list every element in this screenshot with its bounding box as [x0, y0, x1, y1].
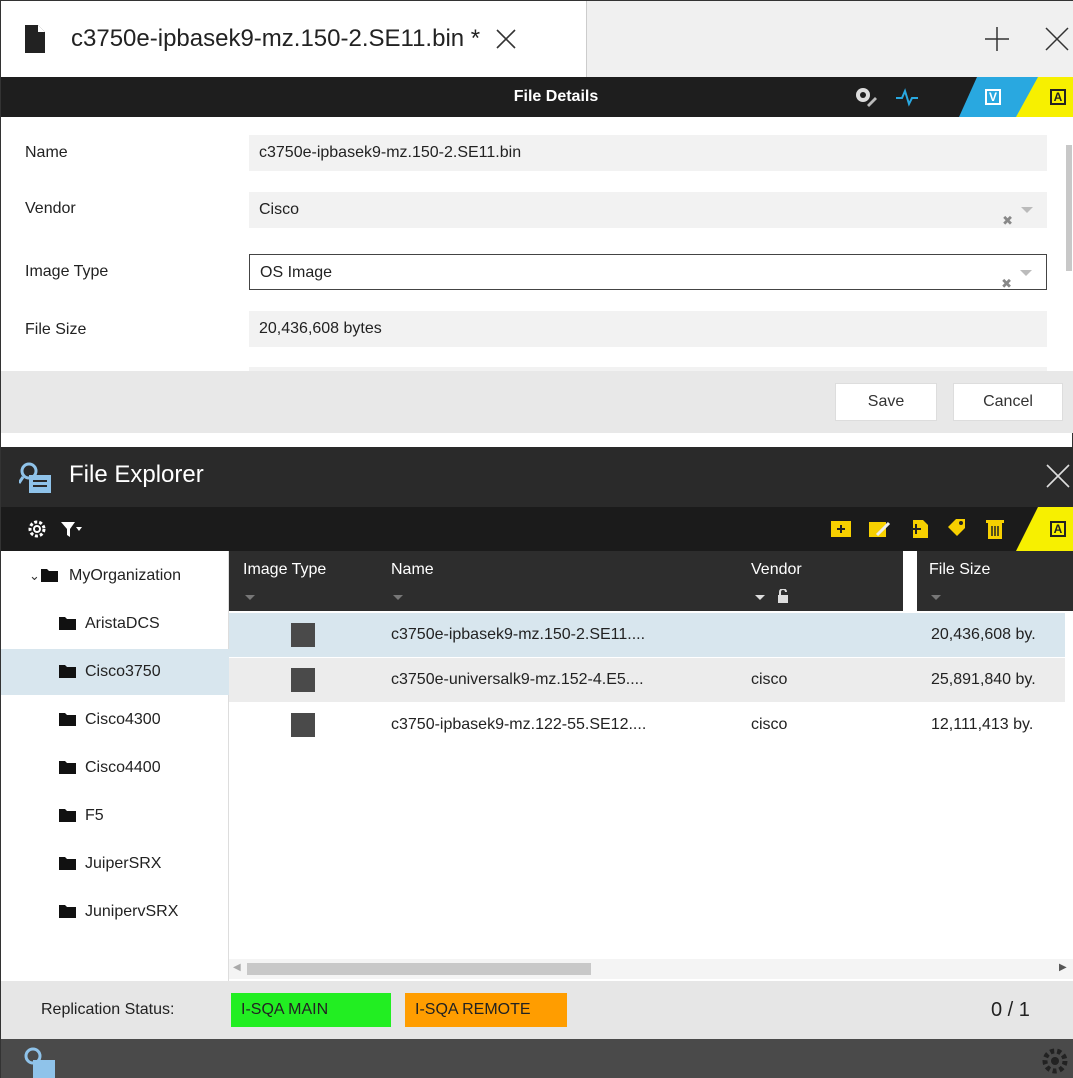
column-filter-icon[interactable]: [755, 595, 765, 600]
status-badge-remote[interactable]: I-SQA REMOTE: [405, 993, 567, 1027]
add-tab-icon[interactable]: [983, 25, 1011, 53]
file-type-icon: [291, 668, 315, 692]
gear-icon[interactable]: [1041, 1047, 1069, 1075]
gear-icon[interactable]: [25, 517, 49, 541]
column-header-vendor[interactable]: Vendor: [751, 561, 802, 579]
form-scrollbar[interactable]: [1063, 117, 1073, 369]
form-button-bar: Save Cancel: [1, 371, 1073, 433]
column-header-file-size[interactable]: File Size: [929, 561, 990, 579]
tab-title: c3750e-ipbasek9-mz.150-2.SE11.bin *: [71, 25, 481, 52]
filter-icon[interactable]: [59, 517, 83, 541]
folder-icon: [59, 713, 76, 726]
image-type-value: OS Image: [260, 264, 333, 281]
grid-vertical-scrollbar[interactable]: [1065, 611, 1073, 959]
folder-icon: [59, 905, 76, 918]
cancel-button[interactable]: Cancel: [953, 383, 1063, 421]
add-folder-icon[interactable]: [829, 517, 853, 541]
column-filter-icon[interactable]: [931, 595, 941, 600]
folder-icon: [59, 761, 76, 774]
table-row[interactable]: c3750e-universalk9-mz.152-4.E5.... cisco…: [229, 658, 1065, 702]
save-button[interactable]: Save: [835, 383, 937, 421]
column-filter-icon[interactable]: [393, 595, 403, 600]
folder-tree: ⌄ MyOrganization AristaDCS Cisco3750 Cis…: [1, 551, 229, 981]
file-size-field: 20,436,608 bytes: [249, 311, 1047, 347]
app-window: c3750e-ipbasek9-mz.150-2.SE11.bin * File…: [0, 0, 1073, 1078]
clear-icon[interactable]: ✖: [1001, 266, 1012, 302]
a-badge: A: [1050, 89, 1066, 105]
tag-icon[interactable]: [945, 517, 969, 541]
tree-item-aristadcs[interactable]: AristaDCS: [1, 601, 229, 647]
explorer-a-badge: A: [1050, 521, 1066, 537]
image-type-label: Image Type: [25, 263, 109, 280]
tree-item-cisco3750[interactable]: Cisco3750: [1, 649, 229, 695]
vendor-value: Cisco: [259, 201, 300, 218]
file-grid: c3750e-ipbasek9-mz.150-2.SE11.... 20,436…: [229, 611, 1073, 981]
image-type-select[interactable]: OS Image ✖: [249, 254, 1047, 291]
column-header-image-type[interactable]: Image Type: [243, 561, 326, 579]
upload-file-icon[interactable]: [909, 517, 933, 541]
column-resize-handle[interactable]: [903, 551, 917, 611]
trash-icon[interactable]: [983, 517, 1007, 541]
tree-item-cisco4400[interactable]: Cisco4400: [1, 745, 229, 791]
table-row[interactable]: c3750e-ipbasek9-mz.150-2.SE11.... 20,436…: [229, 613, 1065, 657]
chevron-down-icon[interactable]: ⌄: [29, 553, 40, 599]
vendor-select[interactable]: Cisco ✖: [249, 192, 1047, 228]
file-explorer-title: File Explorer: [69, 461, 204, 488]
status-badge-main[interactable]: I-SQA MAIN: [231, 993, 391, 1027]
grid-horizontal-scrollbar[interactable]: ◀ ▶: [229, 959, 1073, 979]
file-explorer-titlebar: File Explorer: [1, 447, 1073, 507]
replication-status-label: Replication Status:: [41, 1001, 175, 1018]
page-count: 0 / 1: [991, 999, 1030, 1021]
name-field[interactable]: c3750e-ipbasek9-mz.150-2.SE11.bin: [249, 135, 1047, 171]
name-label: Name: [25, 144, 68, 161]
tree-item-juipersrx[interactable]: JuiperSRX: [1, 841, 229, 887]
file-type-icon: [291, 623, 315, 647]
column-header-name[interactable]: Name: [391, 561, 434, 579]
details-header: File Details: [1, 77, 1073, 117]
close-explorer-icon[interactable]: [1045, 463, 1071, 489]
footer-bar: [1, 1039, 1073, 1078]
close-window-icon[interactable]: [1043, 25, 1071, 53]
folder-icon: [59, 617, 76, 630]
tree-item-f5[interactable]: F5: [1, 793, 229, 839]
file-type-icon: [291, 713, 315, 737]
clear-icon[interactable]: ✖: [1002, 203, 1013, 239]
v-badge: V: [985, 89, 1001, 105]
file-explorer-logo-icon: [19, 462, 51, 493]
chevron-down-icon[interactable]: [1021, 207, 1033, 213]
close-tab-icon[interactable]: [494, 27, 518, 51]
activity-icon[interactable]: [895, 85, 919, 109]
scroll-left-icon[interactable]: ◀: [233, 962, 241, 973]
file-explorer-logo-icon[interactable]: [23, 1045, 57, 1078]
replication-status-bar: Replication Status: I-SQA MAIN I-SQA REM…: [1, 981, 1073, 1039]
tab-file-details[interactable]: c3750e-ipbasek9-mz.150-2.SE11.bin *: [1, 1, 587, 77]
table-row[interactable]: c3750-ipbasek9-mz.122-55.SE12.... cisco …: [229, 703, 1065, 747]
folder-icon: [59, 809, 76, 822]
chevron-down-icon[interactable]: [1020, 270, 1032, 276]
file-size-label: File Size: [25, 321, 87, 338]
explorer-toolbar: [1, 507, 1073, 551]
details-form: Name c3750e-ipbasek9-mz.150-2.SE11.bin V…: [1, 117, 1073, 371]
lock-icon[interactable]: [777, 589, 789, 603]
scroll-right-icon[interactable]: ▶: [1059, 962, 1067, 973]
tree-item-junipervsrx[interactable]: JunipervSRX: [1, 889, 229, 935]
file-icon: [25, 25, 45, 53]
vendor-label: Vendor: [25, 200, 76, 217]
edit-folder-icon[interactable]: [867, 517, 891, 541]
tab-bar: c3750e-ipbasek9-mz.150-2.SE11.bin *: [1, 1, 1073, 77]
folder-open-icon: [41, 569, 58, 582]
tree-item-cisco4300[interactable]: Cisco4300: [1, 697, 229, 743]
folder-icon: [59, 665, 76, 678]
settings-edit-icon[interactable]: [853, 85, 877, 109]
tree-item-myorganization[interactable]: ⌄ MyOrganization: [1, 553, 229, 599]
column-filter-icon[interactable]: [245, 595, 255, 600]
grid-header: Image Type Name Vendor File Size: [229, 551, 1073, 611]
folder-icon: [59, 857, 76, 870]
